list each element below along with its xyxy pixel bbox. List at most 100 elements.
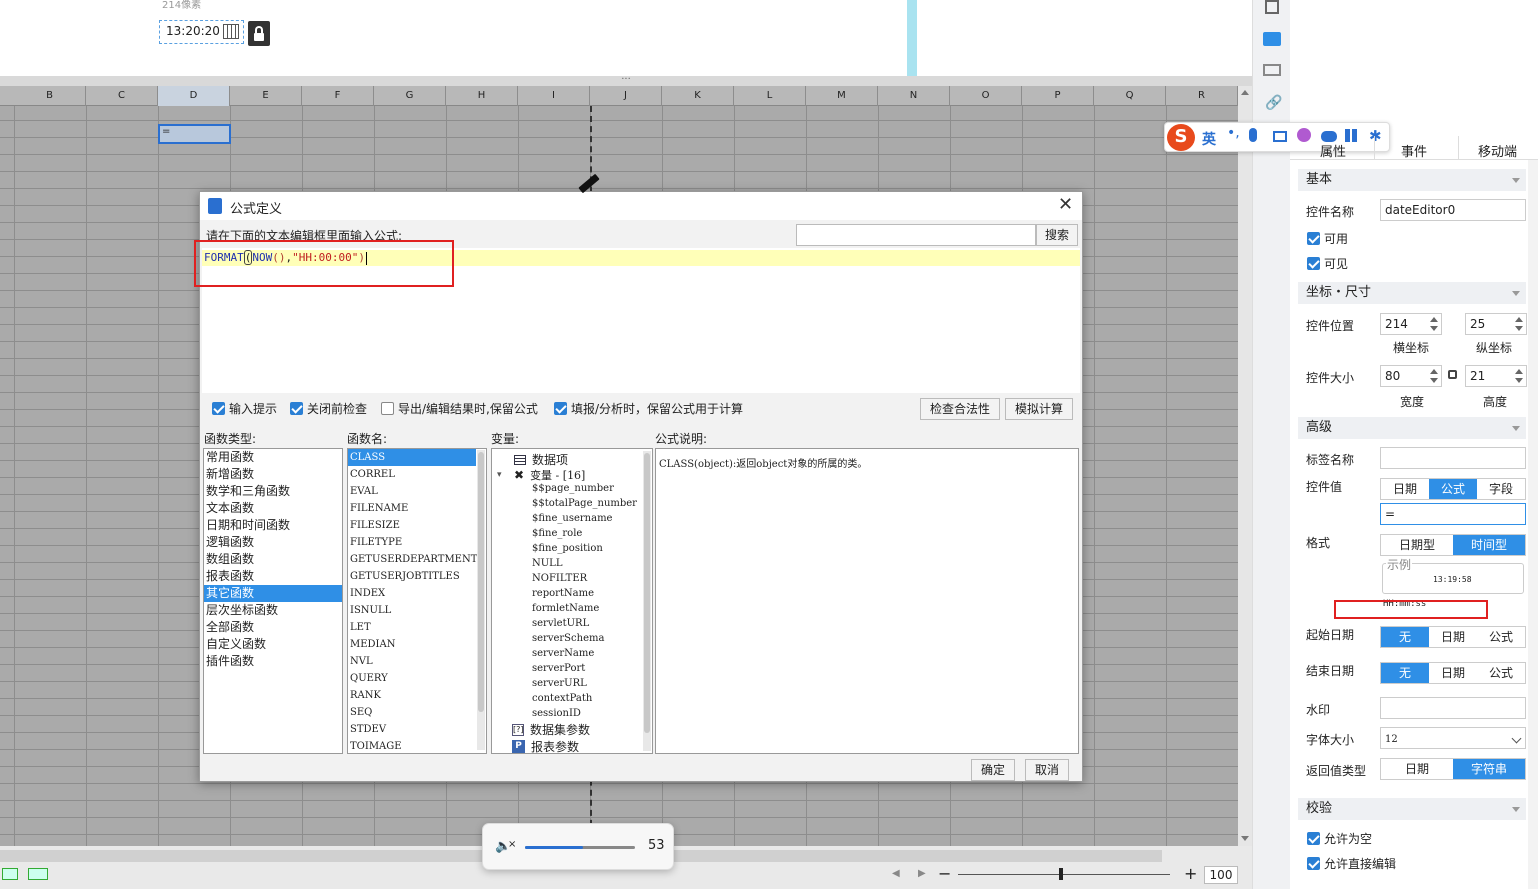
- add-poly-sheet-icon[interactable]: [28, 868, 48, 880]
- y-spinner[interactable]: [1514, 314, 1524, 334]
- var-item[interactable]: NOFILTER: [530, 571, 637, 586]
- column-header-k[interactable]: K: [662, 86, 734, 106]
- fn-name-item[interactable]: LET: [348, 619, 476, 636]
- punct-icon[interactable]: •,: [1227, 125, 1240, 141]
- variable-tree[interactable]: 数据项 ▾ ✖ 变量 - [16] $$page_number $$totalPa…: [491, 448, 653, 754]
- fn-name-scrollbar[interactable]: [477, 450, 485, 750]
- column-header-b[interactable]: B: [14, 86, 86, 106]
- cancel-button[interactable]: 取消: [1025, 759, 1069, 781]
- section-advanced[interactable]: 高级: [1298, 417, 1526, 439]
- fn-type-item[interactable]: 其它函数: [204, 585, 342, 602]
- link-icon[interactable]: 🔗: [1265, 95, 1282, 111]
- search-input[interactable]: [796, 224, 1036, 246]
- date-editor-widget[interactable]: 13:20:20: [159, 20, 244, 44]
- fn-type-item[interactable]: 日期和时间函数: [204, 517, 342, 534]
- allow-empty-checkbox[interactable]: 允许为空: [1307, 830, 1372, 847]
- var-scrollbar[interactable]: [643, 451, 651, 751]
- fn-name-item[interactable]: NVL: [348, 653, 476, 670]
- fn-name-item[interactable]: EVAL: [348, 483, 476, 500]
- fn-type-item[interactable]: 新增函数: [204, 466, 342, 483]
- option-input-hint[interactable]: 输入提示: [212, 400, 277, 417]
- volume-slider[interactable]: [525, 846, 635, 849]
- var-items[interactable]: $$page_number $$totalPage_number $fine_use…: [530, 481, 637, 721]
- height-spinner[interactable]: [1514, 366, 1524, 386]
- dataset-params-node[interactable]: [?] 数据集参数: [512, 721, 590, 738]
- allow-edit-checkbox[interactable]: 允许直接编辑: [1307, 855, 1396, 872]
- keyboard-icon[interactable]: [1273, 131, 1287, 142]
- fn-name-item[interactable]: QUERY: [348, 670, 476, 687]
- column-header-q[interactable]: Q: [1094, 86, 1166, 106]
- column-header-m[interactable]: M: [806, 86, 878, 106]
- fn-type-item[interactable]: 逻辑函数: [204, 534, 342, 551]
- end-date[interactable]: 日期: [1429, 663, 1477, 683]
- var-item[interactable]: serverPort: [530, 661, 637, 676]
- return-type-toggle[interactable]: 日期 字符串: [1380, 758, 1526, 780]
- x-spinner[interactable]: [1429, 314, 1439, 334]
- add-sheet-icon[interactable]: [2, 868, 18, 880]
- vertical-scrollbar[interactable]: [1238, 86, 1252, 856]
- column-header-f[interactable]: F: [302, 86, 374, 106]
- fn-type-item[interactable]: 数组函数: [204, 551, 342, 568]
- simulate-button[interactable]: 模拟计算: [1005, 398, 1073, 420]
- fn-name-list[interactable]: CLASS CORREL EVAL FILENAME FILESIZE FILETYPE G…: [347, 448, 487, 754]
- option-check-before-close[interactable]: 关闭前检查: [290, 400, 367, 417]
- ok-button[interactable]: 确定: [971, 759, 1015, 781]
- fn-name-item[interactable]: GETUSERDEPARTMENTS: [348, 551, 484, 568]
- next-page-icon[interactable]: ▶: [918, 868, 926, 879]
- selected-cell[interactable]: =: [158, 124, 231, 144]
- fn-name-item[interactable]: CORREL: [348, 466, 476, 483]
- column-header-r[interactable]: R: [1166, 86, 1238, 106]
- fn-type-item[interactable]: 全部函数: [204, 619, 342, 636]
- aspect-lock-icon[interactable]: [1448, 370, 1457, 379]
- tab-events[interactable]: 事件: [1401, 141, 1427, 160]
- check-validity-button[interactable]: 检查合法性: [920, 398, 1000, 420]
- fn-name-item[interactable]: SEQ: [348, 704, 476, 721]
- var-item[interactable]: $$page_number: [530, 481, 637, 496]
- column-header-d[interactable]: D: [158, 86, 230, 106]
- widget-name-input[interactable]: dateEditor0: [1380, 199, 1526, 221]
- ime-lang[interactable]: 英: [1202, 129, 1216, 149]
- fn-type-item[interactable]: 报表函数: [204, 568, 342, 585]
- section-geometry[interactable]: 坐标・尺寸: [1298, 282, 1526, 304]
- option-keep-formula-export[interactable]: 导出/编辑结果时,保留公式: [381, 400, 538, 417]
- format-time[interactable]: 时间型: [1453, 535, 1525, 555]
- return-string[interactable]: 字符串: [1453, 759, 1525, 779]
- var-item[interactable]: $fine_role: [530, 526, 637, 541]
- var-item[interactable]: reportName: [530, 586, 637, 601]
- data-item-node[interactable]: 数据项: [514, 451, 568, 468]
- value-type-field[interactable]: 字段: [1477, 479, 1525, 499]
- sogou-logo-icon[interactable]: S: [1167, 124, 1195, 151]
- column-header-j[interactable]: J: [590, 86, 662, 106]
- tab-properties[interactable]: 属性: [1320, 141, 1346, 160]
- fn-name-item[interactable]: FILENAME: [348, 500, 476, 517]
- format-type-toggle[interactable]: 日期型 时间型: [1380, 534, 1526, 556]
- column-header-p[interactable]: P: [1022, 86, 1094, 106]
- fn-type-item[interactable]: 数学和三角函数: [204, 483, 342, 500]
- font-size-select[interactable]: 12: [1380, 727, 1526, 749]
- option-keep-formula-fill[interactable]: 填报/分析时，保留公式用于计算: [554, 400, 743, 417]
- fn-name-item[interactable]: STDEV: [348, 721, 476, 738]
- value-type-formula[interactable]: 公式: [1429, 479, 1477, 499]
- fn-name-item[interactable]: FILESIZE: [348, 517, 476, 534]
- microphone-icon[interactable]: [1249, 128, 1257, 142]
- zoom-slider[interactable]: [958, 874, 1170, 875]
- dropdown-widget-icon[interactable]: [1263, 32, 1281, 46]
- var-item[interactable]: formletName: [530, 601, 637, 616]
- var-item[interactable]: contextPath: [530, 691, 637, 706]
- value-type-date[interactable]: 日期: [1381, 479, 1429, 499]
- var-item[interactable]: sessionID: [530, 706, 637, 721]
- fn-name-item[interactable]: RANK: [348, 687, 476, 704]
- fn-type-list[interactable]: 常用函数 新增函数 数学和三角函数 文本函数 日期和时间函数 逻辑函数 数组函数 报表函数 其它…: [203, 448, 343, 754]
- var-item[interactable]: servletURL: [530, 616, 637, 631]
- var-item[interactable]: serverURL: [530, 676, 637, 691]
- start-formula[interactable]: 公式: [1477, 627, 1525, 647]
- section-validation[interactable]: 校验: [1298, 798, 1526, 820]
- width-spinner[interactable]: [1429, 366, 1439, 386]
- column-header-l[interactable]: L: [734, 86, 806, 106]
- start-date-toggle[interactable]: 无 日期 公式: [1380, 626, 1526, 648]
- var-item[interactable]: serverName: [530, 646, 637, 661]
- search-button[interactable]: 搜索: [1036, 224, 1078, 246]
- watermark-input[interactable]: [1380, 697, 1526, 719]
- var-item[interactable]: $fine_position: [530, 541, 637, 556]
- zoom-value[interactable]: 100: [1204, 866, 1238, 884]
